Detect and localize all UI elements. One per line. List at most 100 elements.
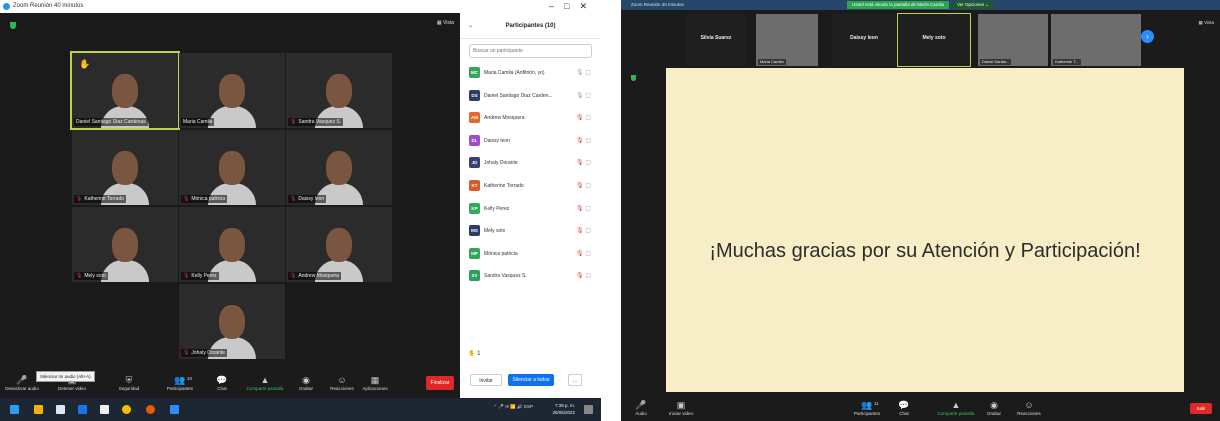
participant-row[interactable]: DL Daissy leon 🎙 ▢	[460, 131, 601, 154]
reacciones-button[interactable]: ☺ Reacciones	[1009, 399, 1049, 416]
grabar-button[interactable]: ◉ Grabar	[286, 374, 326, 391]
file-explorer-icon[interactable]	[34, 405, 43, 414]
document-icon[interactable]	[100, 405, 109, 414]
avatar: AM	[469, 112, 480, 124]
video-tile[interactable]: 🎙 Mely soto	[72, 207, 178, 282]
toolbar-label: Participantes	[166, 386, 193, 391]
video-tile[interactable]: Silvia Suarez	[685, 14, 747, 66]
seguridad-button[interactable]: ⛨ Seguridad	[109, 374, 149, 391]
participant-count: 10	[187, 376, 193, 381]
zoom-logo-icon	[3, 3, 10, 10]
participant-name: Katherine Torrado	[84, 196, 125, 202]
view-button[interactable]: ▦ Vista	[1199, 20, 1214, 26]
muted-mic-icon: 🎙	[76, 273, 83, 279]
video-tile[interactable]: Daniel Santia...	[978, 14, 1048, 66]
video-tile[interactable]: ✋ Daniel Santiago Diaz Cardenas	[70, 51, 180, 130]
participant-name: Andrew Mosquera	[298, 273, 339, 279]
video-tile[interactable]: 🎙 Johaly Dorante	[179, 284, 285, 359]
person-face	[326, 74, 352, 108]
maximize-button[interactable]: □	[564, 1, 579, 11]
tile-name-label: 🎙 Sandra Vasquez S.	[288, 118, 344, 126]
muted-mic-icon: 🎙	[290, 119, 297, 125]
video-tile[interactable]: Maria Camila	[756, 14, 818, 66]
video-tile[interactable]: Maria Camila	[179, 53, 285, 128]
avatar: SV	[469, 270, 480, 282]
participants-panel: ⌄ Participantes (10) MC Maria Camila (Anf…	[460, 13, 601, 398]
next-page-icon[interactable]: ›	[1141, 30, 1154, 43]
video-tile[interactable]: 🎙 Mónica patricia	[179, 130, 285, 205]
video-tile[interactable]: 🎙 Kelly Perez	[179, 207, 285, 282]
participant-row[interactable]: MS Mely soto 🎙 ▢	[460, 221, 601, 244]
avatar: MP	[469, 247, 480, 259]
participant-name: Mely soto	[84, 273, 106, 279]
chat-button[interactable]: 💬 Chat	[884, 399, 924, 416]
video-off-icon: ▢	[583, 115, 591, 122]
participant-row[interactable]: JD Johaly Dorante 🎙 ▢	[460, 153, 601, 176]
video-tile[interactable]: 🎙 Daissy leon	[286, 130, 392, 205]
more-options-button[interactable]: ...	[568, 374, 582, 386]
zoom-taskbar-icon[interactable]	[170, 405, 179, 414]
grabar-icon: ◉	[302, 375, 310, 385]
clock: 7:39 p. m. 28/05/2022	[552, 403, 575, 415]
store-icon[interactable]	[78, 405, 87, 414]
participant-name: Daissy leon	[850, 35, 878, 41]
participant-name: Maria Camila (Anfitrión, yo)	[484, 70, 545, 76]
end-meeting-button[interactable]: Finalizar	[426, 376, 454, 390]
mute-all-button[interactable]: Silenciar a todos	[508, 374, 554, 386]
start-icon[interactable]	[10, 405, 19, 414]
chevron-down-icon[interactable]: ⌄	[468, 13, 473, 39]
participant-name: Katherine Torrado	[484, 182, 524, 189]
security-shield-icon	[631, 75, 636, 81]
chat-button[interactable]: 💬 Chat	[202, 374, 242, 391]
toolbar-label: Participantes	[853, 411, 880, 416]
video-tile[interactable]: 🎙 Sandra Vasquez S.	[286, 53, 392, 128]
participant-row[interactable]: DS Daniel Santiago Diaz Carden... 🎙 ▢	[460, 86, 601, 109]
grabar-button[interactable]: ◉ Grabar	[974, 399, 1014, 416]
participant-row[interactable]: MC Maria Camila (Anfitrión, yo) 🎙 ▢	[460, 63, 601, 86]
minimize-button[interactable]: –	[549, 1, 564, 11]
notifications-icon[interactable]	[584, 405, 593, 414]
compartir-pantalla-button[interactable]: ▲ Compartir pantalla	[936, 399, 976, 416]
audio-button[interactable]: 🎤 Audio	[621, 399, 661, 416]
video-tile[interactable]: Katherine T...	[1051, 14, 1141, 66]
participant-name: Andrew Mosquera	[484, 115, 525, 122]
close-button[interactable]: ✕	[579, 1, 597, 11]
toolbar-label: Reacciones	[1017, 411, 1041, 416]
video-tile[interactable]: 🎙 Andrew Mosquera	[286, 207, 392, 282]
muted-mic-icon: 🎙	[183, 350, 190, 356]
participant-row[interactable]: KP Kelly Perez 🎙 ▢	[460, 199, 601, 222]
view-options-button[interactable]: Ver Opciones ⌄	[953, 1, 994, 9]
participant-row[interactable]: AM Andrew Mosquera 🎙 ▢	[460, 108, 601, 131]
participant-row[interactable]: MP Mónica patricia 🎙 ▢	[460, 244, 601, 267]
compartir-pantalla-icon: ▲	[260, 375, 270, 385]
window-controls[interactable]: –□✕	[549, 0, 597, 13]
video-tile[interactable]: Mely soto	[897, 13, 971, 67]
raised-hand-icon: ✋	[79, 59, 91, 69]
firefox-icon[interactable]	[146, 405, 155, 414]
participant-row[interactable]: KT Katherine Torrado 🎙 ▢	[460, 176, 601, 199]
iniciar-video-button[interactable]: ▣ Iniciar video	[661, 399, 701, 416]
leave-button[interactable]: Salir	[1190, 403, 1212, 414]
audio-icon: 🎤	[635, 400, 647, 410]
video-tile[interactable]: 🎙 Katherine Torrado	[72, 130, 178, 205]
video-off-icon: ▢	[583, 137, 591, 144]
mail-icon[interactable]	[56, 405, 65, 414]
participantes-button[interactable]: 👥 11 Participantes	[847, 399, 887, 416]
video-off-icon: ▢	[583, 182, 591, 189]
view-button[interactable]: ▦ Vista	[437, 20, 454, 26]
chrome-icon[interactable]	[122, 405, 131, 414]
window-titlebar: Zoom Reunión 40 minutos –□✕	[0, 0, 601, 13]
avatar: MC	[469, 67, 480, 78]
video-off-icon: ▢	[583, 250, 591, 257]
invite-button[interactable]: Invitar	[470, 374, 502, 386]
participant-row[interactable]: SV Sandra Vasquez S. 🎙 ▢	[460, 266, 601, 289]
compartir-pantalla-button[interactable]: ▲ Compartir pantalla	[245, 374, 285, 391]
aplicaciones-button[interactable]: ▦ Aplicaciones	[355, 374, 395, 391]
search-input[interactable]	[469, 44, 592, 58]
muted-mic-icon: 🎙	[576, 250, 584, 257]
participant-name: Daissy leon	[484, 137, 510, 144]
slide-text: ¡Muchas gracias por su Atención y Partic…	[709, 240, 1141, 262]
participantes-button[interactable]: 👥 10 Participantes	[160, 374, 200, 391]
participant-count: 11	[874, 401, 879, 406]
video-tile[interactable]: Daissy leon	[832, 14, 896, 66]
